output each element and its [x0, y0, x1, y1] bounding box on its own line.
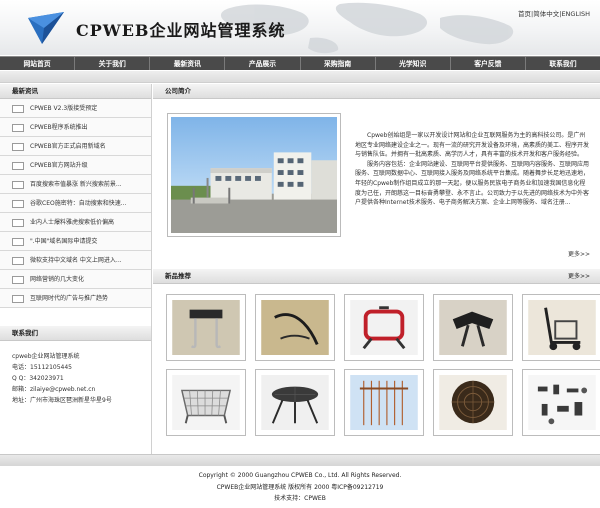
bullet-box-icon [12, 219, 24, 227]
wire-basket-icon [172, 375, 240, 430]
product-grid [153, 284, 600, 436]
nav-home[interactable]: 网站首页 [0, 57, 76, 70]
about-more-link[interactable]: 更多>> [568, 249, 590, 258]
footer-bar [0, 454, 600, 466]
round-table-icon [261, 375, 329, 430]
company-building-photo [167, 113, 341, 237]
news-section-title: 最新资讯 [0, 84, 151, 99]
bullet-box-icon [12, 105, 24, 113]
main-nav: 网站首页 关于我们 最新资讯 产品展示 采购指南 光学知识 客户反馈 联系我们 [0, 56, 600, 70]
bullet-box-icon [12, 124, 24, 132]
bullet-box-icon [12, 200, 24, 208]
wire-hook-icon [261, 300, 329, 355]
bullet-box-icon [12, 143, 24, 151]
products-more-link[interactable]: 更多>> [568, 269, 590, 284]
news-item[interactable]: CPWEB官方网站升级 [0, 156, 151, 175]
bullet-box-icon [12, 162, 24, 170]
paper-plane-logo-icon [28, 12, 64, 44]
about-section: Cpweb创始组是一家以开发设计网站和企业互联网服务为主的高科技公司。是广州地区… [153, 99, 600, 258]
nav-about[interactable]: 关于我们 [75, 57, 151, 70]
news-item[interactable]: 网络营销的几大变化 [0, 270, 151, 289]
nav-optics-knowledge[interactable]: 光学知识 [376, 57, 451, 70]
contact-qq: Q Q：342023971 [12, 375, 64, 382]
news-list: CPWEB V2.3版接受预定 CPWEB程序系统推出 CPWEB官方正式启用新… [0, 99, 151, 308]
site-header: CPWEB企业网站管理系统 首页|简体中文|ENGLISH [0, 0, 600, 55]
english-link[interactable]: ENGLISH [561, 10, 590, 18]
news-item[interactable]: CPWEB程序系统推出 [0, 118, 151, 137]
products-section-title: 新品推荐 更多>> [153, 269, 600, 284]
contact-company: cpweb企业网站管理系统 [12, 353, 80, 360]
contact-section-title: 联系我们 [0, 326, 151, 341]
contact-email[interactable]: 邮箱：zilaiye@cpweb.net.cn [12, 384, 151, 395]
product-card[interactable] [344, 294, 424, 361]
fan-grill-icon [439, 375, 507, 430]
site-footer: Copyright © 2000 Guangzhou CPWEB Co., Lt… [0, 470, 600, 505]
company-intro-text: Cpweb创始组是一家以开发设计网站和企业互联网服务为主的高科技公司。是广州地区… [355, 132, 590, 207]
news-item[interactable]: 业内人士爆料雅虎搜索低价偏高 [0, 213, 151, 232]
bullet-box-icon [12, 238, 24, 246]
product-card[interactable] [255, 294, 335, 361]
sidebar: 最新资讯 CPWEB V2.3版接受预定 CPWEB程序系统推出 CPWEB官方… [0, 84, 152, 454]
contact-phone: 电话：15112105445 [12, 364, 72, 371]
nav-purchase-guide[interactable]: 采购指南 [301, 57, 376, 70]
site-logo-text[interactable]: CPWEB企业网站管理系统 [76, 17, 285, 41]
about-section-title: 公司简介 [153, 84, 600, 99]
black-clamp-icon [439, 300, 507, 355]
home-link[interactable]: 首页 [518, 10, 531, 18]
news-item[interactable]: 微软支持中文域名 中文上网进入... [0, 251, 151, 270]
product-card[interactable] [522, 369, 600, 436]
language-links: 首页|简体中文|ENGLISH [518, 10, 590, 18]
factory-building-image [171, 117, 337, 233]
product-card[interactable] [166, 294, 246, 361]
product-card[interactable] [433, 294, 513, 361]
news-item[interactable]: 百度搜索市值暴涨 新兴搜索前景... [0, 175, 151, 194]
footer-icp: CPWEB企业网站管理系统 版权所有 2000 粤ICP备09212719 [216, 483, 384, 491]
sub-nav-bar [0, 71, 600, 83]
hook-rack-icon [172, 300, 240, 355]
product-card[interactable] [522, 294, 600, 361]
product-card[interactable] [433, 369, 513, 436]
red-frame-icon [350, 300, 418, 355]
news-item[interactable]: ".中国"域名国际申请提交 [0, 232, 151, 251]
simplified-chinese-link[interactable]: 简体中文 [533, 10, 559, 18]
product-card[interactable] [166, 369, 246, 436]
blue-rack-icon [350, 375, 418, 430]
contact-address: 地址：广州市海珠区琶洲新星华星9号 [12, 397, 112, 404]
news-item[interactable]: 谷歌CEO施密特：自动搜索和快速... [0, 194, 151, 213]
bullet-box-icon [12, 181, 24, 189]
contact-info: cpweb企业网站管理系统 电话：15112105445 Q Q：3420239… [0, 341, 151, 406]
nav-contact[interactable]: 联系我们 [526, 57, 600, 70]
footer-copyright: Copyright © 2000 Guangzhou CPWEB Co., Lt… [198, 472, 402, 479]
hand-cart-icon [528, 300, 596, 355]
product-card[interactable] [344, 369, 424, 436]
news-item[interactable]: 互联网时代的广告与推广趋势 [0, 289, 151, 308]
bullet-box-icon [12, 276, 24, 284]
bullet-box-icon [12, 257, 24, 265]
footer-support: 技术支持：CPWEB [274, 495, 326, 502]
bullet-box-icon [12, 295, 24, 303]
nav-feedback[interactable]: 客户反馈 [451, 57, 526, 70]
news-item[interactable]: CPWEB V2.3版接受预定 [0, 99, 151, 118]
main-content: 公司简介 Cpweb创始组是一家以开发设计网站和企业互联网服务为主的高科技公司。… [153, 84, 600, 454]
product-card[interactable] [255, 369, 335, 436]
news-item[interactable]: CPWEB官方正式启用新域名 [0, 137, 151, 156]
nav-products[interactable]: 产品展示 [225, 57, 301, 70]
nav-news[interactable]: 最新资讯 [150, 57, 226, 70]
steel-parts-icon [528, 375, 596, 430]
